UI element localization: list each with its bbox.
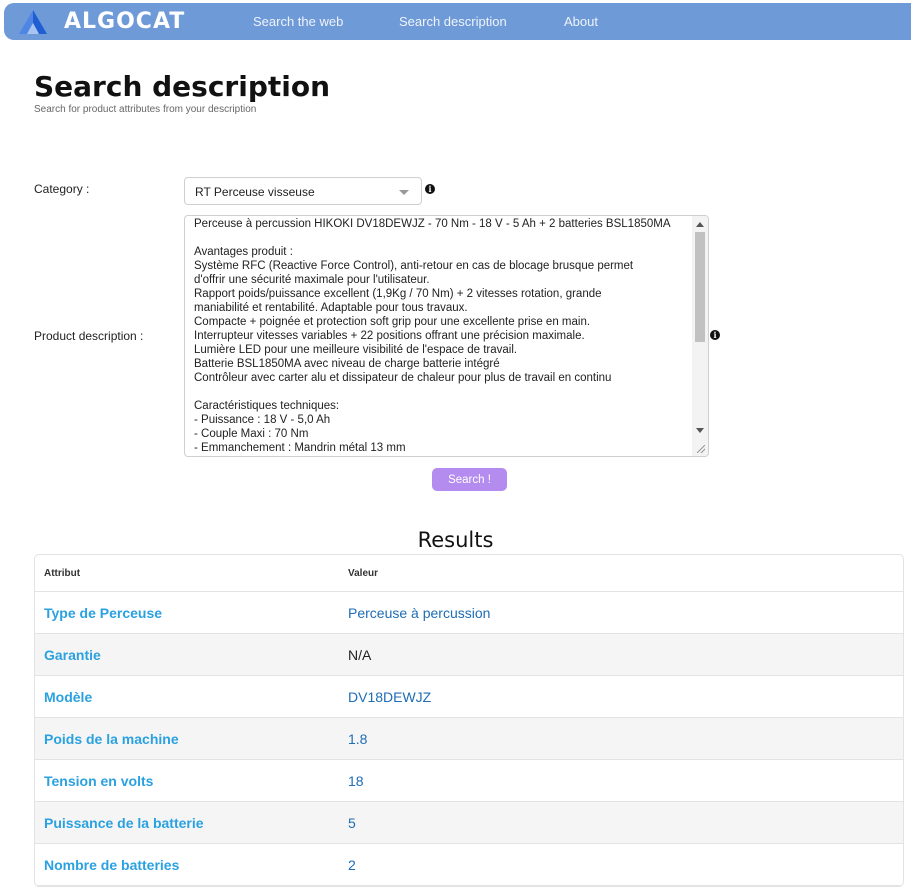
table-header-row: Attribut Valeur [35, 555, 903, 592]
table-row: Puissance de la batterie 5 [35, 802, 903, 844]
description-line: Compacte + poignée et protection soft gr… [194, 316, 591, 328]
scroll-down-icon[interactable] [696, 428, 704, 433]
attribute-cell: Type de Perceuse [35, 592, 339, 634]
description-textarea[interactable]: Perceuse à percussion HIKOKI DV18DEWJZ -… [184, 215, 709, 457]
value-cell: Perceuse à percussion [339, 592, 903, 634]
value-cell: 18 [339, 760, 903, 802]
chevron-down-icon[interactable] [399, 190, 409, 195]
description-line: Caractéristiques techniques: [194, 400, 340, 412]
description-line [194, 231, 690, 245]
search-button[interactable]: Search ! [432, 468, 507, 491]
value-cell: N/A [339, 634, 903, 676]
results-body: Type de Perceuse Perceuse à percussion Gar… [35, 592, 903, 886]
nav-link-search-description[interactable]: Search description [399, 14, 507, 29]
description-line: - Emmanchement : Mandrin métal 13 mm [194, 442, 406, 454]
attribute-cell: Puissance de la batterie [35, 802, 339, 844]
page-subtitle: Search for product attributes from your … [34, 104, 257, 115]
attribute-cell: Nombre de batteries [35, 844, 339, 886]
table-row: Type de Perceuse Perceuse à percussion [35, 592, 903, 634]
description-line [194, 385, 690, 399]
value-cell: 2 [339, 844, 903, 886]
algocat-logo-icon[interactable] [18, 9, 48, 35]
attribute-cell: Modèle [35, 676, 339, 718]
description-line: d'offrir une sécurité maximale pour l'ut… [194, 274, 430, 286]
category-select[interactable]: RT Perceuse visseuse [184, 177, 422, 205]
description-label: Product description : [34, 329, 144, 343]
attribute-cell: Tension en volts [35, 760, 339, 802]
brand-name[interactable]: ALGOCAT [64, 9, 185, 34]
attribute-cell: Garantie [35, 634, 339, 676]
description-line: Rapport poids/puissance excellent (1,9Kg… [194, 288, 602, 300]
results-title: Results [417, 528, 494, 552]
nav-link-search-web[interactable]: Search the web [253, 14, 343, 29]
description-line: - Couple Maxi : 70 Nm [194, 428, 309, 440]
header-valeur: Valeur [339, 555, 903, 592]
nav-link-about[interactable]: About [564, 14, 598, 29]
description-line: Contrôleur avec carter alu et dissipateu… [194, 372, 612, 384]
table-row: Nombre de batteries 2 [35, 844, 903, 886]
textarea-scrollbar[interactable] [692, 216, 708, 456]
table-row: Tension en volts 18 [35, 760, 903, 802]
description-line: Avantages produit : [194, 246, 293, 258]
value-cell: 1.8 [339, 718, 903, 760]
scroll-thumb[interactable] [695, 232, 705, 342]
description-line: Lumière LED pour une meilleure visibilit… [194, 344, 518, 356]
value-cell: 5 [339, 802, 903, 844]
description-line: Interrupteur vitesses variables + 22 pos… [194, 330, 585, 342]
value-cell: DV18DEWJZ [339, 676, 903, 718]
description-text: Perceuse à percussion HIKOKI DV18DEWJZ -… [194, 217, 690, 455]
table-row: Poids de la machine 1.8 [35, 718, 903, 760]
category-selected-value: RT Perceuse visseuse [195, 185, 315, 199]
description-line: Système RFC (Reactive Force Control), an… [194, 260, 634, 272]
top-navbar: ALGOCAT Search the web Search descriptio… [4, 3, 911, 40]
header-attribut: Attribut [35, 555, 339, 592]
page-title: Search description [34, 70, 331, 103]
description-line: Perceuse à percussion HIKOKI DV18DEWJZ -… [194, 218, 671, 230]
attribute-cell: Poids de la machine [35, 718, 339, 760]
description-line: - Puissance : 18 V - 5,0 Ah [194, 414, 331, 426]
results-table: Attribut Valeur Type de Perceuse Perceuse… [34, 554, 904, 887]
table-row: Modèle DV18DEWJZ [35, 676, 903, 718]
description-line: Batterie BSL1850MA avec niveau de charge… [194, 358, 500, 370]
category-label: Category : [34, 182, 90, 196]
resize-grip-icon[interactable] [697, 445, 705, 453]
description-info-icon[interactable]: i [710, 330, 720, 340]
category-info-icon[interactable]: i [425, 184, 435, 194]
description-line: maniabilité et rentabilité. Adaptable po… [194, 302, 468, 314]
scroll-up-icon[interactable] [696, 222, 704, 227]
table-row: Garantie N/A [35, 634, 903, 676]
